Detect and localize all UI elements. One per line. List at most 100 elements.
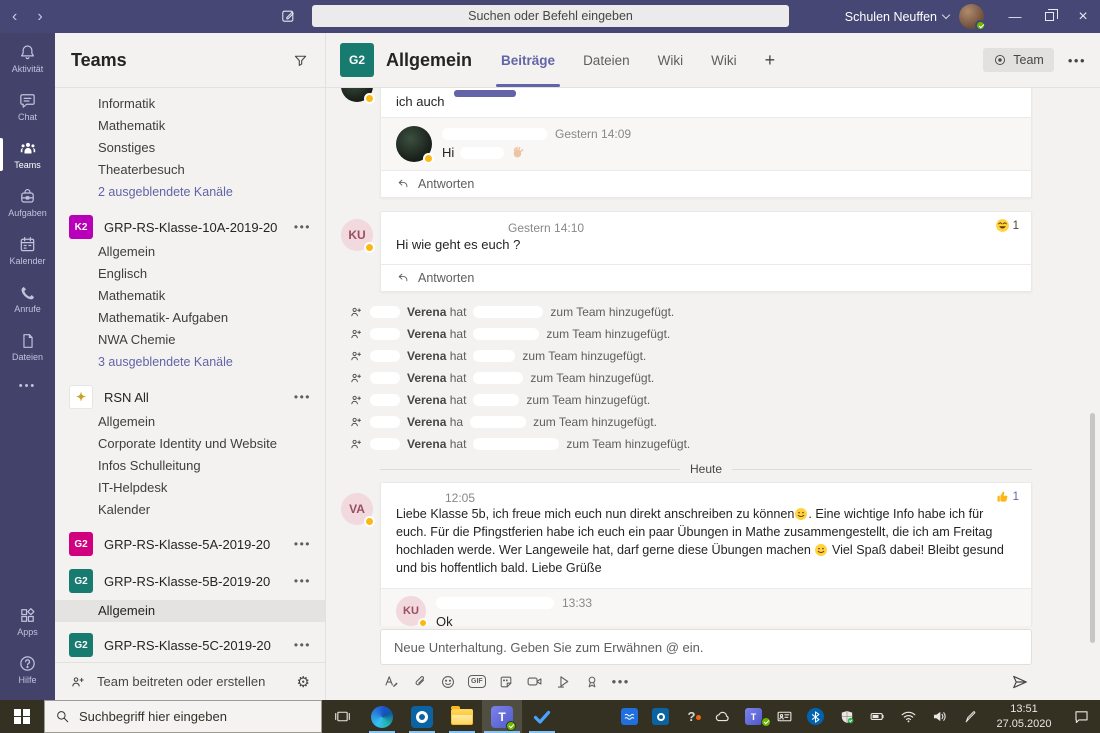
sidebar-channel[interactable]: Sonstiges (55, 137, 325, 159)
avatar[interactable] (396, 126, 432, 162)
tray-contact-card[interactable] (769, 708, 800, 725)
team-options-button[interactable]: ••• (294, 638, 311, 652)
sidebar-channel[interactable]: Mathematik (55, 285, 325, 307)
tray-outlook[interactable] (645, 708, 676, 725)
attach-icon[interactable] (412, 674, 428, 690)
account-switcher[interactable]: Schulen Neuffen (845, 10, 949, 24)
praise-icon[interactable] (584, 674, 600, 690)
sidebar-channel[interactable]: Allgemein (55, 241, 325, 263)
taskbar-app-outlook[interactable] (402, 700, 442, 733)
rail-item-apps[interactable]: Apps (0, 599, 55, 644)
team-options-button[interactable]: ••• (294, 574, 311, 588)
sidebar-channel[interactable]: Kalender (55, 499, 325, 521)
gear-icon[interactable]: ⚙ (297, 673, 310, 691)
format-icon[interactable] (383, 673, 400, 690)
rail-item-teams[interactable]: Teams (0, 132, 55, 177)
taskbar-app-edge[interactable] (362, 700, 402, 733)
reply-link[interactable]: Antworten (381, 264, 1031, 291)
rail-item-files[interactable]: Dateien (0, 324, 55, 369)
sidebar-channel[interactable]: Corporate Identity und Website (55, 433, 325, 455)
tray-defender[interactable] (831, 709, 862, 725)
sidebar-channel[interactable]: Mathematik (55, 115, 325, 137)
sidebar-channel-selected[interactable]: Allgemein (55, 600, 325, 622)
hidden-channels-link[interactable]: 3 ausgeblendete Kanäle (55, 351, 325, 374)
rail-item-help[interactable]: Hilfe (0, 647, 55, 692)
tab-posts[interactable]: Beiträge (498, 33, 558, 87)
team-options-button[interactable]: ••• (294, 220, 311, 234)
command-search-input[interactable]: Suchen oder Befehl eingeben (312, 5, 789, 27)
tray-app-waves[interactable] (614, 708, 645, 725)
taskbar-clock[interactable]: 13:51 27.05.2020 (986, 702, 1062, 731)
sidebar-channel[interactable]: NWA Chemie (55, 329, 325, 351)
add-tab-button[interactable]: + (762, 33, 779, 87)
tray-pen[interactable] (955, 709, 986, 725)
rail-item-chat[interactable]: Chat (0, 84, 55, 129)
send-button[interactable] (1011, 673, 1029, 691)
new-message-input[interactable]: Neue Unterhaltung. Geben Sie zum Erwähne… (380, 629, 1032, 665)
sidebar-team[interactable]: ✦ RSN All ••• (55, 383, 325, 411)
reaction-chip[interactable]: 1 (995, 489, 1019, 504)
avatar[interactable]: VA (341, 493, 373, 525)
emoji-icon[interactable] (440, 674, 456, 690)
minimize-button[interactable]: — (998, 0, 1032, 33)
sidebar-channel[interactable]: Theaterbesuch (55, 159, 325, 181)
sidebar-team[interactable]: G2 GRP-RS-Klasse-5C-2019-20 ••• (55, 631, 325, 659)
rail-item-calls[interactable]: Anrufe (0, 276, 55, 321)
forward-button[interactable]: › (37, 9, 42, 25)
message-list[interactable]: ich auch Gestern 14:09 Hi (326, 88, 1100, 626)
hidden-channels-link[interactable]: 2 ausgeblendete Kanäle (55, 181, 325, 204)
gif-icon[interactable]: GIF (468, 675, 486, 688)
rail-item-calendar[interactable]: Kalender (0, 228, 55, 273)
more-options-icon[interactable]: ••• (612, 674, 630, 689)
rail-more-apps-button[interactable]: ••• (0, 373, 55, 399)
tray-help[interactable]: ? (676, 709, 707, 724)
team-options-button[interactable]: ••• (294, 390, 311, 404)
taskbar-search-input[interactable]: Suchbegriff hier eingeben (44, 700, 322, 733)
taskbar-app-teams[interactable]: T (482, 700, 522, 733)
avatar[interactable]: KU (396, 596, 426, 626)
team-visibility-button[interactable]: Team (983, 48, 1054, 72)
rail-item-assignments[interactable]: Aufgaben (0, 180, 55, 225)
tray-bluetooth[interactable] (800, 708, 831, 725)
taskbar-app-explorer[interactable] (442, 700, 482, 733)
tab-wiki[interactable]: Wiki (655, 33, 687, 87)
join-team-button[interactable]: Team beitreten oder erstellen (97, 674, 286, 689)
filter-icon[interactable] (292, 52, 309, 69)
team-options-button[interactable]: ••• (294, 537, 311, 551)
tab-files[interactable]: Dateien (580, 33, 633, 87)
sidebar-channel[interactable]: Mathematik- Aufgaben (55, 307, 325, 329)
start-button[interactable] (0, 700, 44, 733)
sidebar-channel[interactable]: IT-Helpdesk (55, 477, 325, 499)
channel-options-button[interactable]: ••• (1068, 53, 1086, 68)
sidebar-channel[interactable]: Englisch (55, 263, 325, 285)
sidebar-channel[interactable]: Informatik (55, 93, 325, 115)
sticker-icon[interactable] (498, 674, 514, 690)
rail-item-activity[interactable]: Aktivität (0, 36, 55, 81)
sidebar-team[interactable]: G2 GRP-RS-Klasse-5B-2019-20 ••• (55, 567, 325, 595)
tab-wiki-2[interactable]: Wiki (708, 33, 740, 87)
sidebar-channel[interactable]: Infos Schulleitung (55, 455, 325, 477)
avatar[interactable] (959, 4, 984, 29)
scrollbar[interactable] (1090, 413, 1095, 643)
stream-icon[interactable] (555, 673, 572, 690)
avatar[interactable]: KU (341, 219, 373, 251)
tray-volume[interactable] (924, 708, 955, 725)
task-view-button[interactable] (322, 700, 362, 733)
tray-battery[interactable] (862, 708, 893, 725)
sidebar-team[interactable]: G2 GRP-RS-Klasse-5A-2019-20 ••• (55, 530, 325, 558)
tray-wifi[interactable] (893, 708, 924, 725)
new-chat-icon[interactable] (280, 8, 296, 24)
reply-link[interactable]: Antworten (381, 171, 1031, 197)
taskbar-app-todo[interactable] (522, 700, 562, 733)
avatar[interactable] (341, 88, 373, 102)
sidebar-channel[interactable]: Allgemein (55, 411, 325, 433)
action-center-button[interactable] (1062, 708, 1100, 725)
tray-teams[interactable]: T (738, 708, 769, 725)
close-button[interactable]: × (1066, 0, 1100, 33)
back-button[interactable]: ‹ (12, 9, 17, 25)
meet-now-icon[interactable] (526, 673, 543, 690)
reaction-chip[interactable]: 1 (995, 218, 1019, 233)
restore-button[interactable] (1032, 0, 1066, 33)
tray-onedrive[interactable] (707, 708, 738, 726)
sidebar-team[interactable]: K2 GRP-RS-Klasse-10A-2019-20 ••• (55, 213, 325, 241)
